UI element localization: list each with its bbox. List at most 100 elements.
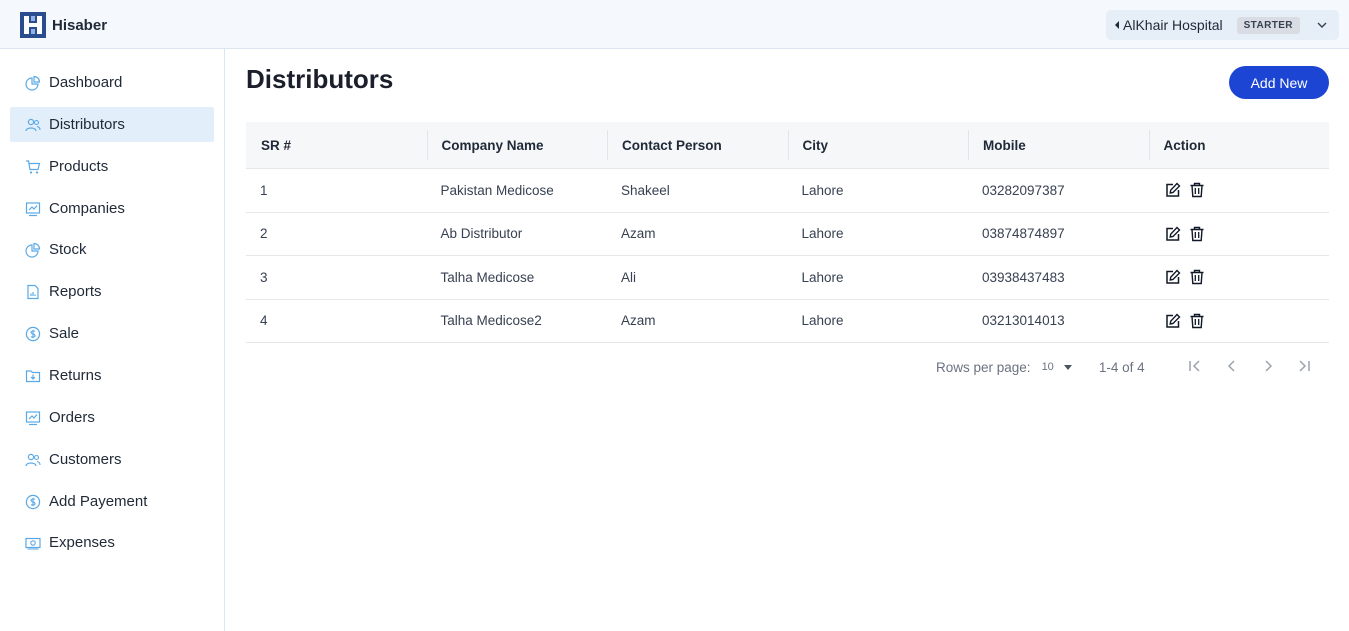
cell-action	[1149, 300, 1330, 343]
trash-icon[interactable]	[1189, 313, 1205, 329]
sidebar-item-label: Products	[49, 158, 109, 175]
cell-city: Lahore	[801, 269, 844, 285]
trash-icon[interactable]	[1189, 226, 1205, 242]
edit-icon[interactable]	[1165, 226, 1181, 242]
sidebar-item-products[interactable]: Products	[10, 149, 214, 184]
caret-left-icon	[1115, 21, 1119, 29]
add-new-button[interactable]: Add New	[1229, 66, 1329, 99]
pagination: Rows per page: 10 1-4 of 4	[936, 356, 1145, 378]
pie-chart-icon	[25, 242, 41, 258]
cash-icon	[25, 535, 41, 551]
cell-company-name: Talha Medicose2	[440, 313, 542, 329]
folder-download-icon	[25, 368, 41, 384]
cell-mobile: 03938437483	[982, 269, 1065, 285]
users-icon	[25, 452, 41, 468]
cell-city: Lahore	[801, 313, 844, 329]
sidebar-item-orders[interactable]: Orders	[10, 400, 214, 435]
rows-per-page-label: Rows per page:	[936, 359, 1031, 375]
cell-contact-person: Azam	[621, 226, 656, 242]
cell-mobile: 03874874897	[982, 226, 1065, 242]
sidebar-item-customers[interactable]: Customers	[10, 442, 214, 477]
dollar-icon	[25, 326, 41, 342]
sidebar-item-label: Add Payement	[49, 493, 148, 510]
logo-icon	[20, 12, 46, 38]
column-header-mobile[interactable]: Mobile	[968, 122, 1149, 169]
sidebar-item-label: Distributors	[49, 116, 125, 133]
sidebar-item-sale[interactable]: Sale	[10, 316, 214, 351]
column-header-contact-person[interactable]: Contact Person	[607, 122, 788, 169]
pie-chart-icon	[25, 75, 41, 91]
first-page-icon[interactable]	[1187, 358, 1203, 374]
cell-action	[1149, 213, 1330, 256]
sidebar-item-label: Expenses	[49, 534, 115, 551]
cell-contact-person: Ali	[621, 269, 637, 285]
sidebar-item-distributors[interactable]: Distributors	[10, 107, 214, 142]
plan-badge: STARTER	[1236, 16, 1300, 34]
cell-sr: 1	[260, 182, 268, 198]
sidebar-item-label: Stock	[49, 241, 87, 258]
table-row: 1 Pakistan Medicose Shakeel Lahore 03282…	[246, 169, 1329, 213]
cell-sr: 4	[260, 313, 268, 329]
edit-icon[interactable]	[1165, 313, 1181, 329]
sidebar-item-label: Orders	[49, 409, 95, 426]
sidebar-item-companies[interactable]: Companies	[10, 191, 214, 226]
sidebar-item-label: Reports	[49, 283, 102, 300]
sidebar-item-returns[interactable]: Returns	[10, 358, 214, 393]
cell-mobile: 03213014013	[982, 313, 1065, 329]
chevron-down-icon[interactable]	[1315, 18, 1329, 32]
next-page-icon[interactable]	[1260, 358, 1276, 374]
cell-company-name: Ab Distributor	[440, 226, 523, 242]
brand-name: Hisaber	[52, 16, 108, 34]
cell-mobile: 03282097387	[982, 182, 1065, 198]
distributors-table: SR # Company Name Contact Person City Mo…	[246, 122, 1329, 343]
cell-contact-person: Shakeel	[621, 182, 670, 198]
rows-per-page-select[interactable]: 10	[1042, 361, 1054, 373]
sidebar-item-stock[interactable]: Stock	[10, 232, 214, 267]
brand-logo[interactable]: Hisaber	[20, 12, 107, 38]
sidebar-item-label: Customers	[49, 451, 122, 468]
column-header-city[interactable]: City	[787, 122, 969, 169]
trash-icon[interactable]	[1189, 269, 1205, 285]
cell-city: Lahore	[801, 226, 844, 242]
previous-page-icon[interactable]	[1224, 358, 1240, 374]
users-icon	[25, 117, 41, 133]
page-range: 1-4 of 4	[1098, 359, 1145, 375]
sidebar: Dashboard Distributors Products Companie…	[0, 49, 225, 631]
dollar-icon	[25, 494, 41, 510]
cell-action	[1149, 169, 1330, 212]
last-page-icon[interactable]	[1296, 358, 1312, 374]
cell-company-name: Talha Medicose	[440, 269, 535, 285]
table-row: 3 Talha Medicose Ali Lahore 03938437483	[246, 256, 1329, 300]
cell-contact-person: Azam	[621, 313, 656, 329]
sidebar-item-add-payement[interactable]: Add Payement	[10, 484, 214, 519]
cell-city: Lahore	[801, 182, 844, 198]
column-header-company-name[interactable]: Company Name	[426, 122, 608, 169]
organization-switcher[interactable]: AlKhair Hospital STARTER	[1106, 10, 1339, 40]
edit-icon[interactable]	[1165, 182, 1181, 198]
cell-sr: 3	[260, 269, 268, 285]
sidebar-item-reports[interactable]: Reports	[10, 274, 214, 309]
page-title: Distributors	[246, 64, 394, 94]
chart-board-icon	[25, 201, 41, 217]
sidebar-item-expenses[interactable]: Expenses	[10, 525, 214, 560]
top-bar: Hisaber AlKhair Hospital STARTER	[0, 0, 1349, 49]
sidebar-item-label: Dashboard	[49, 74, 123, 91]
cell-action	[1149, 256, 1330, 299]
sidebar-item-dashboard[interactable]: Dashboard	[10, 65, 214, 100]
sidebar-item-label: Companies	[49, 200, 125, 217]
table-row: 4 Talha Medicose2 Azam Lahore 0321301401…	[246, 300, 1330, 343]
trash-icon[interactable]	[1189, 182, 1205, 198]
sidebar-item-label: Returns	[49, 367, 102, 384]
chart-board-icon	[25, 410, 41, 426]
sidebar-item-label: Sale	[49, 325, 80, 342]
column-header-sr[interactable]: SR #	[246, 122, 427, 169]
caret-down-icon[interactable]	[1063, 364, 1072, 370]
cell-company-name: Pakistan Medicose	[440, 182, 554, 198]
table-header: SR # Company Name Contact Person City Mo…	[246, 122, 1329, 169]
document-icon	[25, 284, 41, 300]
column-header-action: Action	[1148, 122, 1330, 169]
edit-icon[interactable]	[1165, 269, 1181, 285]
organization-name: AlKhair Hospital	[1123, 17, 1223, 33]
table-row: 2 Ab Distributor Azam Lahore 03874874897	[246, 213, 1330, 256]
cell-sr: 2	[260, 226, 268, 242]
